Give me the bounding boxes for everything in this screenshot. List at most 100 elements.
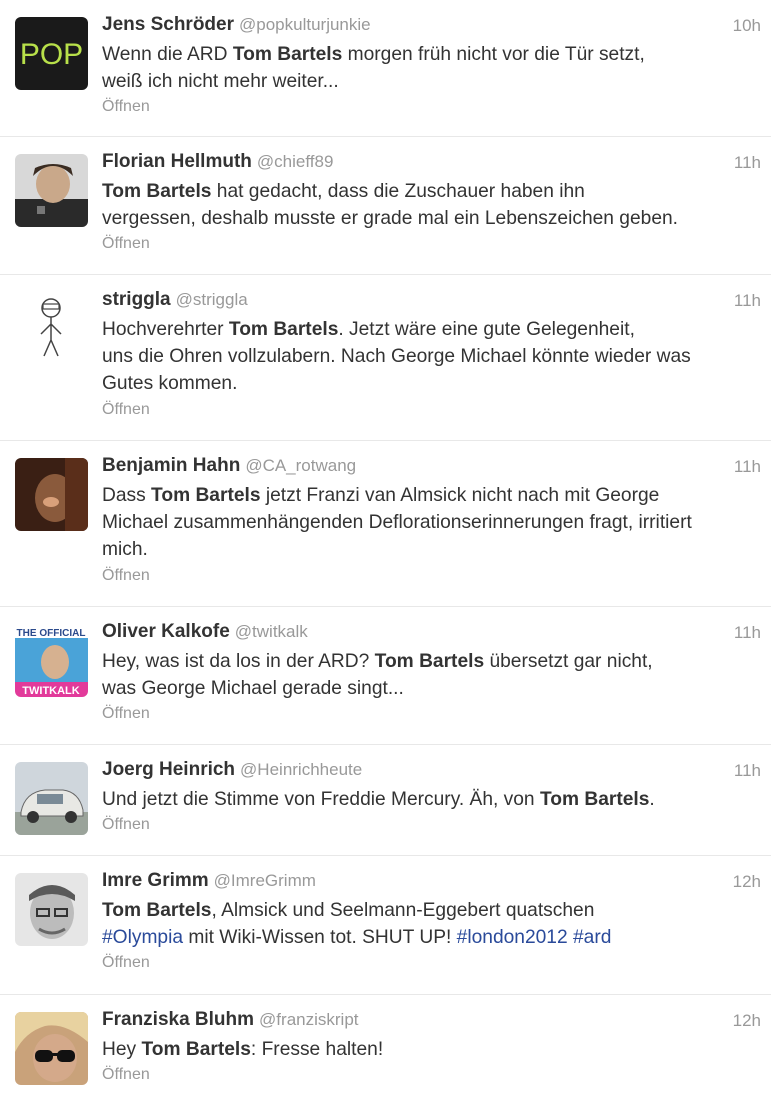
author-handle[interactable]: @striggla	[176, 290, 248, 310]
author-handle[interactable]: @twitkalk	[235, 622, 308, 642]
text-segment: .	[649, 789, 655, 810]
bw-portrait-avatar[interactable]	[15, 873, 88, 946]
tweet-text-line: was George Michael gerade singt...	[102, 675, 761, 702]
author-name[interactable]: Joerg Heinrich	[102, 759, 235, 781]
author-name[interactable]: striggla	[102, 289, 171, 311]
twitkalk-avatar[interactable]: THE OFFICIAL TWITKALK	[15, 624, 88, 697]
tweet-text-line: #Olympia mit Wiki-Wissen tot. SHUT UP! #…	[102, 924, 761, 951]
tweet-timestamp[interactable]: 12h	[733, 872, 761, 892]
tweet-text-line: uns die Ohren vollzulabern. Nach George …	[102, 343, 761, 370]
sunglasses-portrait-avatar[interactable]	[15, 1012, 88, 1085]
tweet-timestamp[interactable]: 11h	[734, 153, 761, 173]
tweet-header: Jens Schröder @popkulturjunkie	[102, 14, 761, 37]
tweet-item[interactable]: Imre Grimm @ImreGrimm 12h Tom Bartels, Alms…	[0, 856, 771, 995]
tweet-item[interactable]: striggla @striggla 11h Hochverehrter Tom Ba…	[0, 275, 771, 441]
tweet-header: striggla @striggla	[102, 289, 761, 312]
tweet-header: Imre Grimm @ImreGrimm	[102, 870, 761, 893]
highlighted-term: Tom Bartels	[102, 181, 212, 202]
stick-figure-avatar[interactable]	[15, 292, 88, 365]
tweet-text-line: Hochverehrter Tom Bartels. Jetzt wäre ei…	[102, 316, 761, 343]
highlighted-term: Tom Bartels	[228, 319, 339, 340]
tweet-text: Hochverehrter Tom Bartels. Jetzt wäre ei…	[102, 316, 761, 398]
hashtag-link[interactable]: #Olympia	[102, 927, 183, 948]
author-name[interactable]: Benjamin Hahn	[102, 455, 240, 477]
text-segment: Hey	[102, 1039, 142, 1060]
tweet-timestamp[interactable]: 11h	[734, 291, 761, 311]
author-handle[interactable]: @franziskript	[259, 1010, 358, 1030]
open-tweet-link[interactable]: Öffnen	[102, 401, 761, 423]
highlighted-term: Tom Bartels	[232, 44, 343, 65]
tweet-text-line: Hey Tom Bartels: Fresse halten!	[102, 1036, 761, 1063]
tweet-text: Hey, was ist da los in der ARD? Tom Bart…	[102, 648, 761, 702]
tweet-text-line: Hey, was ist da los in der ARD? Tom Bart…	[102, 648, 761, 675]
author-handle[interactable]: @Heinrichheute	[240, 760, 362, 780]
tweet-text-line: Tom Bartels hat gedacht, dass die Zuscha…	[102, 178, 761, 205]
text-segment: mich.	[102, 539, 148, 561]
open-tweet-link[interactable]: Öffnen	[102, 1066, 761, 1088]
svg-text:THE OFFICIAL: THE OFFICIAL	[17, 628, 86, 639]
tweet-item[interactable]: THE OFFICIAL TWITKALK Oliver Kalkofe @twitk…	[0, 607, 771, 745]
author-name[interactable]: Florian Hellmuth	[102, 151, 252, 173]
open-tweet-link[interactable]: Öffnen	[102, 954, 761, 976]
vintage-car-avatar[interactable]	[15, 762, 88, 835]
tweet-text-line: Wenn die ARD Tom Bartels morgen früh nic…	[102, 41, 761, 68]
tweet-item[interactable]: Joerg Heinrich @Heinrichheute 11h Und jetzt…	[0, 745, 771, 856]
tweet-text-line: Dass Tom Bartels jetzt Franzi van Almsic…	[102, 482, 761, 509]
text-segment: . Jetzt wäre eine gute Gelegenheit,	[338, 319, 635, 340]
tweet-text-line: weiß ich nicht mehr weiter...	[102, 68, 761, 95]
highlighted-term: Tom Bartels	[374, 651, 485, 672]
tweet-timestamp[interactable]: 12h	[733, 1011, 761, 1031]
tweet-text-line: Und jetzt die Stimme von Freddie Mercury…	[102, 786, 761, 813]
tweet-item[interactable]: Florian Hellmuth @chieff89 11h Tom Bartels …	[0, 137, 771, 275]
person-photo-avatar[interactable]	[15, 154, 88, 227]
tweet-timestamp[interactable]: 10h	[733, 16, 761, 36]
author-name[interactable]: Franziska Bluhm	[102, 1009, 254, 1031]
open-tweet-link[interactable]: Öffnen	[102, 567, 761, 589]
tweet-text: Dass Tom Bartels jetzt Franzi van Almsic…	[102, 482, 761, 564]
open-tweet-link[interactable]: Öffnen	[102, 816, 761, 838]
highlighted-term: Tom Bartels	[151, 485, 261, 506]
tweet-item[interactable]: Franziska Bluhm @franziskript 12h Hey Tom B…	[0, 995, 771, 1102]
tweet-header: Franziska Bluhm @franziskript	[102, 1009, 761, 1032]
text-segment: was George Michael gerade singt...	[102, 678, 404, 700]
open-tweet-link[interactable]: Öffnen	[102, 235, 761, 257]
tweet-header: Florian Hellmuth @chieff89	[102, 151, 761, 174]
author-name[interactable]: Oliver Kalkofe	[102, 621, 230, 643]
text-segment: vergessen, deshalb musste er grade mal e…	[102, 208, 678, 230]
tweet-item[interactable]: POP Jens Schröder @popkulturjunkie 10h Wenn …	[0, 0, 771, 137]
text-segment: Gutes kommen.	[102, 373, 238, 395]
text-segment: mit Wiki-Wissen tot. SHUT UP!	[183, 927, 457, 949]
text-segment: Und jetzt die Stimme von Freddie Mercury…	[102, 789, 540, 810]
text-segment: Hey, was ist da los in der ARD?	[102, 651, 375, 672]
tweet-text-line: Gutes kommen.	[102, 370, 761, 397]
author-name[interactable]: Jens Schröder	[102, 14, 234, 36]
author-name[interactable]: Imre Grimm	[102, 870, 209, 892]
text-segment: Wenn die ARD	[102, 44, 233, 65]
author-handle[interactable]: @chieff89	[257, 152, 334, 172]
tweet-timestamp[interactable]: 11h	[734, 761, 761, 781]
tweet-feed: POP Jens Schröder @popkulturjunkie 10h Wenn …	[0, 0, 771, 1102]
tweet-text: Wenn die ARD Tom Bartels morgen früh nic…	[102, 41, 761, 95]
tweet-text: Tom Bartels hat gedacht, dass die Zuscha…	[102, 178, 761, 232]
pop-logo-avatar[interactable]: POP	[15, 17, 88, 90]
text-segment: uns die Ohren vollzulabern. Nach George …	[102, 346, 691, 368]
author-handle[interactable]: @popkulturjunkie	[239, 15, 371, 35]
tweet-text-line: mich.	[102, 536, 761, 563]
tweet-timestamp[interactable]: 11h	[734, 457, 761, 477]
open-tweet-link[interactable]: Öffnen	[102, 705, 761, 727]
author-handle[interactable]: @ImreGrimm	[214, 871, 316, 891]
text-segment: , Almsick und Seelmann-Eggebert quatsche…	[211, 900, 595, 921]
author-handle[interactable]: @CA_rotwang	[245, 456, 356, 476]
tweet-text: Tom Bartels, Almsick und Seelmann-Eggebe…	[102, 897, 761, 951]
hashtag-link[interactable]: #ard	[573, 927, 611, 948]
open-tweet-link[interactable]: Öffnen	[102, 98, 761, 120]
tweet-timestamp[interactable]: 11h	[734, 623, 761, 643]
hashtag-link[interactable]: #london2012	[457, 927, 568, 948]
tweet-item[interactable]: Benjamin Hahn @CA_rotwang 11h Dass Tom Bart…	[0, 441, 771, 607]
tweet-text: Hey Tom Bartels: Fresse halten!	[102, 1036, 761, 1063]
dark-photo-avatar[interactable]	[15, 458, 88, 531]
text-segment: jetzt Franzi van Almsick nicht nach mit …	[260, 485, 660, 506]
tweet-header: Benjamin Hahn @CA_rotwang	[102, 455, 761, 478]
highlighted-term: Tom Bartels	[102, 900, 212, 921]
svg-text:TWITKALK: TWITKALK	[22, 685, 79, 697]
